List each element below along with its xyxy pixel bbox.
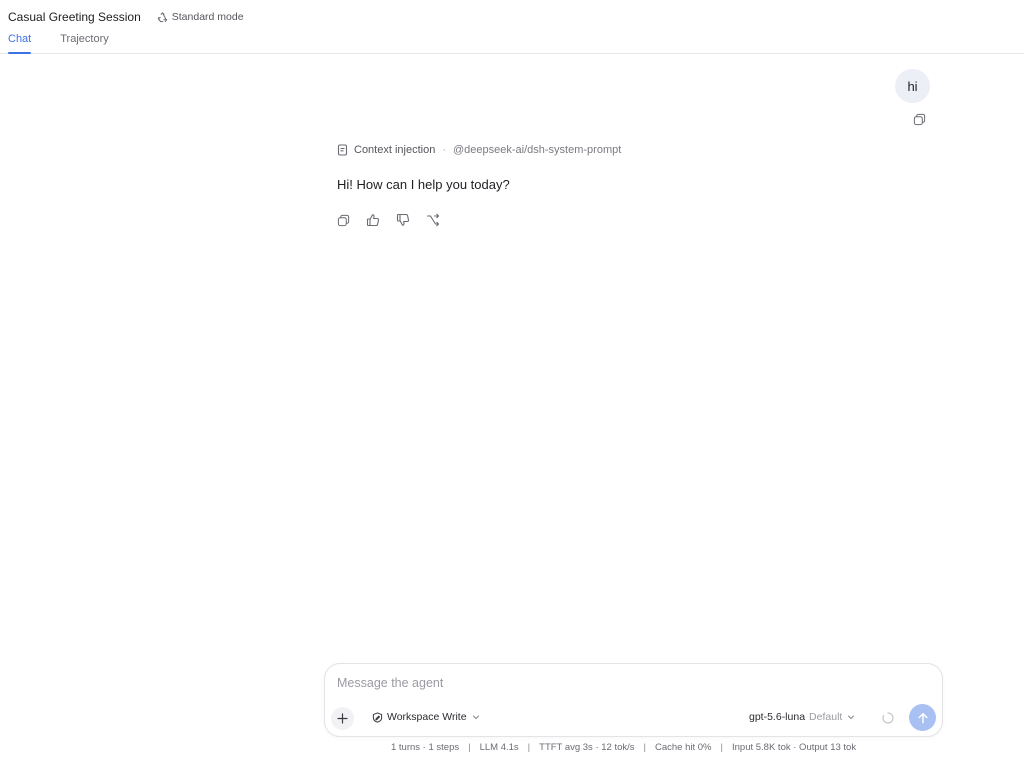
assistant-message-text: Hi! How can I help you today? xyxy=(337,177,510,192)
thumbs-down-icon xyxy=(396,213,410,226)
branch-icon xyxy=(426,213,440,227)
chevron-down-icon xyxy=(472,715,479,720)
copy-icon xyxy=(913,113,925,125)
context-reference: @deepseek-ai/dsh-system-prompt xyxy=(453,144,622,156)
context-injection-row[interactable]: Context injection · @deepseek-ai/dsh-sys… xyxy=(337,144,621,156)
stats-llm: LLM 4.1s xyxy=(479,742,519,753)
stats-cache: Cache hit 0% xyxy=(655,742,712,753)
shield-edit-icon xyxy=(372,711,383,723)
tab-chat[interactable]: Chat xyxy=(8,33,32,54)
copy-icon xyxy=(337,214,349,226)
stats-separator: | xyxy=(643,742,646,753)
mode-label: Standard mode xyxy=(171,11,244,23)
mode-indicator[interactable]: Standard mode xyxy=(157,11,244,23)
document-icon xyxy=(337,144,348,156)
stats-separator: | xyxy=(468,742,471,753)
header: Casual Greeting Session Standard mode Ch… xyxy=(0,0,1024,54)
session-stats: 1 turns · 1 steps | LLM 4.1s | TTFT avg … xyxy=(391,742,856,753)
copy-button[interactable] xyxy=(335,212,351,228)
tab-bar: Chat Trajectory xyxy=(8,33,109,54)
chevron-down-icon xyxy=(848,715,855,720)
model-name: gpt-5.6-luna xyxy=(749,711,806,723)
recycle-icon xyxy=(157,11,167,22)
branch-button[interactable] xyxy=(425,212,441,228)
stats-ttft: TTFT avg 3s · 12 tok/s xyxy=(539,742,635,753)
attach-button[interactable] xyxy=(331,707,354,730)
model-selector[interactable]: gpt-5.6-luna Default xyxy=(749,711,855,723)
context-label: Context injection xyxy=(354,144,436,156)
thumbs-down-button[interactable] xyxy=(395,212,411,228)
stats-separator: | xyxy=(527,742,531,753)
arrow-up-icon xyxy=(917,712,928,723)
stats-separator: | xyxy=(720,742,723,753)
model-tag: Default xyxy=(809,711,843,723)
message-input[interactable] xyxy=(337,676,927,696)
user-message-bubble: hi xyxy=(895,69,930,103)
context-separator: · xyxy=(442,144,446,156)
message-composer: Workspace Write gpt-5.6-luna Default xyxy=(324,663,943,737)
stats-turns: 1 turns · 1 steps xyxy=(391,742,460,753)
copy-user-message-button[interactable] xyxy=(911,111,927,127)
workspace-label: Workspace Write xyxy=(387,711,467,723)
workspace-permission-button[interactable]: Workspace Write xyxy=(372,711,480,723)
send-button[interactable] xyxy=(909,704,936,731)
title-row: Casual Greeting Session Standard mode xyxy=(8,10,244,24)
plus-icon xyxy=(337,713,348,724)
session-title: Casual Greeting Session xyxy=(8,10,141,24)
user-message-text: hi xyxy=(907,78,918,94)
stats-tokens: Input 5.8K tok · Output 13 tok xyxy=(731,742,857,753)
thumbs-up-button[interactable] xyxy=(365,212,381,228)
message-actions xyxy=(335,212,441,228)
loading-spinner-icon xyxy=(882,712,894,724)
tab-trajectory[interactable]: Trajectory xyxy=(60,33,109,54)
thumbs-up-icon xyxy=(366,214,380,227)
